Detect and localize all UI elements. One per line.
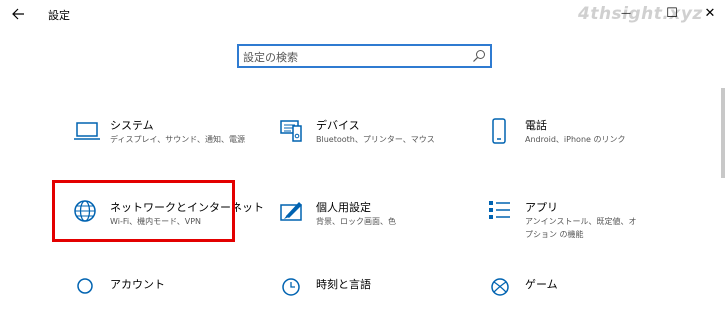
tile-title: ゲーム: [525, 278, 558, 291]
search-box[interactable]: [237, 44, 492, 68]
account-icon: [77, 278, 93, 294]
minimize-icon: —: [621, 7, 631, 19]
tile-personalization[interactable]: 個人用設定 背景、ロック画面、色: [279, 199, 479, 259]
personalization-icon: [280, 202, 302, 221]
tile-title: アプリ: [525, 201, 558, 214]
tile-devices[interactable]: デバイス Bluetooth、プリンター、マウス: [279, 117, 479, 177]
scrollbar[interactable]: [721, 28, 726, 289]
scrollbar-thumb[interactable]: [721, 88, 725, 178]
maximize-icon: ☐: [666, 5, 678, 21]
tile-title: 個人用設定: [316, 201, 371, 214]
search-input[interactable]: [243, 48, 463, 66]
tile-title: デバイス: [316, 119, 360, 132]
tile-description: アンインストール、既定値、オプション の機能: [525, 217, 637, 239]
minimize-button[interactable]: —: [606, 0, 646, 26]
tile-accounts[interactable]: アカウント: [73, 276, 273, 336]
search-icon[interactable]: [472, 49, 486, 63]
tile-title: アカウント: [110, 278, 165, 291]
xbox-icon: [491, 278, 509, 296]
apps-list-icon: [489, 201, 510, 219]
tile-description: Android、iPhone のリンク: [525, 135, 626, 144]
tile-description: Bluetooth、プリンター、マウス: [316, 135, 435, 144]
back-arrow-icon: [12, 8, 24, 20]
highlight-box: [52, 180, 235, 242]
tile-title: 電話: [525, 119, 547, 132]
window-title: 設定: [48, 9, 70, 22]
time-language-icon: [282, 278, 300, 296]
title-bar: 設定 4thsight.xyz — ☐ ✕: [0, 0, 728, 28]
laptop-icon: [74, 122, 100, 140]
tile-apps[interactable]: アプリ アンインストール、既定値、オプション の機能: [488, 199, 688, 259]
close-button[interactable]: ✕: [690, 0, 728, 26]
close-icon: ✕: [704, 5, 716, 21]
back-button[interactable]: [8, 3, 30, 25]
maximize-button[interactable]: ☐: [652, 0, 692, 26]
tile-time-language[interactable]: 時刻と言語: [279, 276, 479, 336]
tile-description: 背景、ロック画面、色: [316, 217, 396, 226]
tile-description: ディスプレイ、サウンド、通知、電源: [110, 135, 245, 144]
tile-title: 時刻と言語: [316, 278, 371, 291]
tile-gaming[interactable]: ゲーム: [488, 276, 688, 336]
tile-phone[interactable]: 電話 Android、iPhone のリンク: [488, 117, 688, 177]
phone-icon: [492, 118, 506, 144]
tile-title: システム: [110, 119, 154, 132]
devices-icon: [280, 120, 302, 142]
tile-system[interactable]: システム ディスプレイ、サウンド、通知、電源: [73, 117, 273, 177]
